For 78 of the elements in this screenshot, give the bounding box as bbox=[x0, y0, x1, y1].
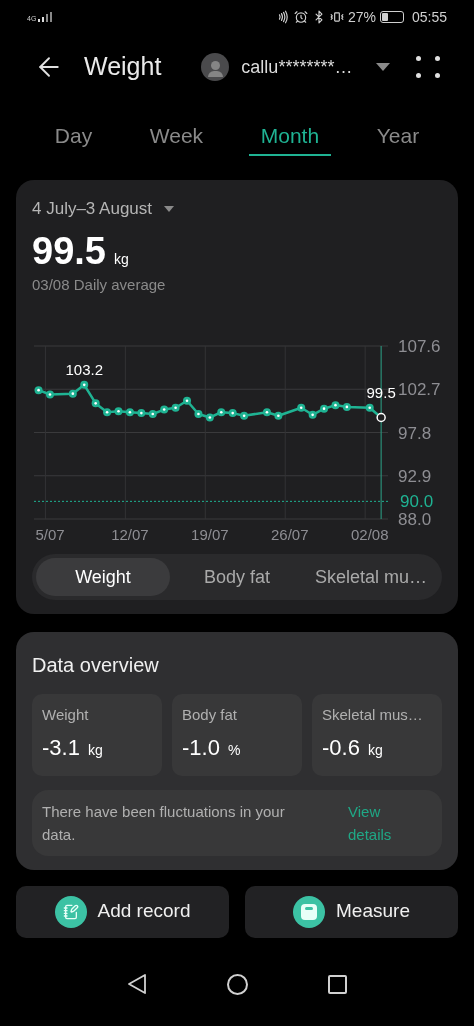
section-title: Data overview bbox=[32, 653, 160, 678]
data-point bbox=[297, 403, 306, 412]
data-label: 99.5 bbox=[366, 384, 396, 402]
axis-label: 107.6 bbox=[398, 337, 441, 356]
data-point bbox=[160, 405, 169, 414]
data-label: 103.2 bbox=[65, 360, 103, 378]
data-point bbox=[308, 410, 317, 419]
caption: 03/08 Daily average bbox=[32, 274, 167, 295]
period-tab[interactable]: Month bbox=[248, 119, 332, 157]
data-point bbox=[376, 412, 386, 423]
date-range[interactable]: 4 July–3 August bbox=[32, 196, 153, 222]
data-point bbox=[68, 389, 77, 398]
avatar-icon bbox=[201, 53, 230, 81]
axis-label: 19/07 bbox=[191, 526, 229, 543]
clock: 05:55 bbox=[411, 7, 447, 27]
metric-value: -0.6 bbox=[322, 733, 360, 762]
metric-tab[interactable]: Weight bbox=[36, 558, 170, 596]
axis-label: 02/08 bbox=[350, 526, 389, 543]
data-point bbox=[217, 408, 226, 417]
data-point bbox=[46, 390, 54, 399]
notice-text: There have been fluctuations in your data. bbox=[42, 801, 286, 845]
more-icon[interactable] bbox=[416, 56, 440, 78]
metric-tab[interactable]: Skeletal mu… bbox=[304, 558, 438, 596]
axis-label: 88.0 bbox=[398, 510, 432, 529]
metric-value: -1.0 bbox=[182, 733, 220, 762]
data-point bbox=[137, 409, 146, 418]
signal-icon bbox=[38, 12, 53, 22]
period-tab[interactable]: Week bbox=[137, 119, 216, 157]
weight-value: 99.5 bbox=[32, 228, 106, 274]
data-point bbox=[320, 404, 329, 413]
data-point bbox=[365, 403, 374, 412]
period-tab[interactable]: Year bbox=[364, 119, 432, 157]
data-point bbox=[240, 411, 249, 420]
metric-unit: kg bbox=[367, 740, 383, 760]
data-point bbox=[148, 409, 157, 418]
recent-apps-icon[interactable] bbox=[328, 974, 347, 994]
data-point bbox=[183, 396, 191, 405]
data-point bbox=[103, 408, 112, 417]
back-icon[interactable] bbox=[127, 973, 147, 995]
axis-label: 5/07 bbox=[35, 526, 65, 543]
page-title: Weight bbox=[84, 51, 162, 83]
metric-label: Weight bbox=[42, 705, 90, 725]
weight-unit: kg bbox=[113, 249, 129, 269]
metric-unit: % bbox=[227, 740, 241, 760]
home-icon[interactable] bbox=[227, 973, 248, 995]
metric-unit: kg bbox=[87, 740, 103, 760]
metric-label: Skeletal mus… bbox=[322, 705, 424, 725]
scale-icon bbox=[293, 895, 326, 928]
caret-icon[interactable] bbox=[164, 205, 175, 212]
data-point bbox=[342, 402, 351, 411]
target-label: 90.0 bbox=[400, 492, 434, 512]
data-point bbox=[171, 403, 180, 412]
data-point bbox=[274, 411, 283, 420]
data-point bbox=[80, 380, 89, 389]
axis-label: 92.9 bbox=[398, 466, 432, 486]
metric-value: -3.1 bbox=[42, 733, 80, 762]
metric-label: Body fat bbox=[182, 705, 239, 725]
axis-label: 26/07 bbox=[271, 526, 309, 543]
data-point bbox=[125, 408, 134, 417]
data-point bbox=[228, 409, 237, 418]
metric-tab[interactable]: Body fat bbox=[170, 558, 304, 596]
data-point bbox=[34, 386, 43, 395]
view-details-link[interactable]: View details bbox=[348, 799, 408, 846]
action-button[interactable]: Add record bbox=[16, 885, 229, 938]
battery-icon bbox=[379, 11, 404, 23]
alarm-icon bbox=[293, 10, 308, 24]
data-point bbox=[262, 408, 271, 417]
account-name[interactable]: callu********… bbox=[241, 53, 353, 81]
data-point bbox=[194, 409, 203, 418]
axis-label: 102.7 bbox=[398, 380, 441, 400]
battery-label: 27% bbox=[347, 7, 376, 27]
axis-label: 97.8 bbox=[398, 423, 432, 443]
vibrate-icon bbox=[329, 10, 344, 24]
note-icon bbox=[54, 895, 87, 928]
action-button[interactable]: Measure bbox=[245, 885, 458, 938]
caret-icon[interactable] bbox=[376, 63, 391, 71]
axis-label: 12/07 bbox=[111, 526, 149, 543]
period-tab[interactable]: Day bbox=[42, 119, 105, 157]
